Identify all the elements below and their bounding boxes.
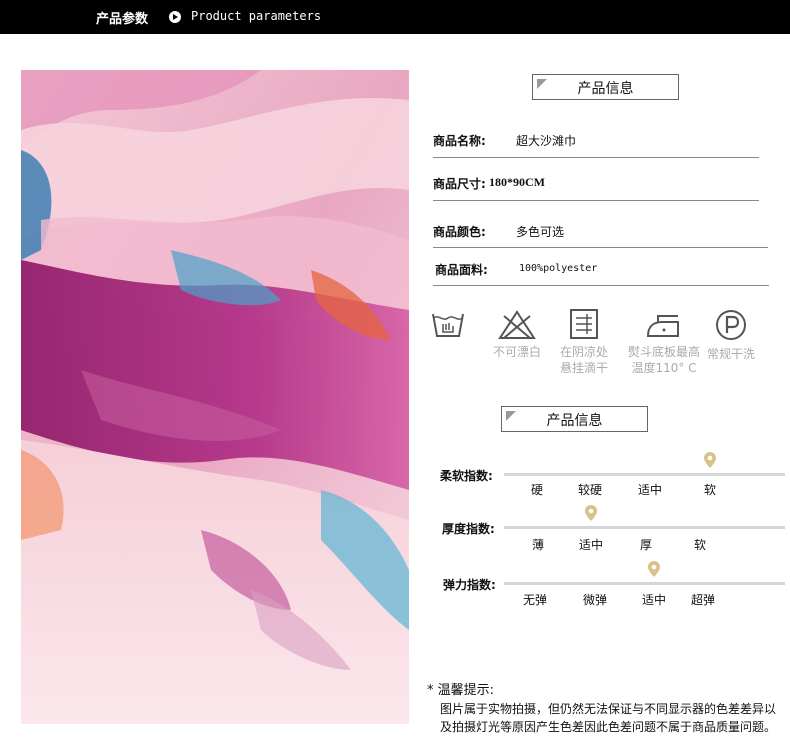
scale-tick: 微弹 [582,593,607,607]
scale-label: 厚度指数: [442,522,495,536]
hang-dry-shade-icon [570,309,598,339]
elasticity-scale: 弹力指数: 无弹 微弹 适中 超弹 [440,561,785,636]
iron-icon [646,315,679,337]
field-label: 商品尺寸: [433,177,486,191]
divider [433,157,759,158]
scarf-image [21,70,409,724]
product-info-heading: 产品信息 [532,74,679,100]
dry-clean-icon [716,310,746,340]
thickness-scale: 厚度指数: 薄 适中 厚 软 [440,505,785,580]
scale-bar [504,473,785,476]
scale-bar [504,582,785,585]
care-hang-dry: 在阴凉处 悬挂滴干 [549,308,619,376]
header-bar: 产品参数 Product parameters [0,0,790,34]
scale-tick: 无弹 [522,593,547,607]
scale-tick: 较硬 [577,483,602,497]
note-heading: * 温馨提示: [427,683,495,698]
no-bleach-icon [498,310,536,339]
scale-tick: 适中 [637,483,662,497]
scale-tick: 软 [703,483,716,497]
softness-scale: 柔软指数: 硬 较硬 适中 软 [440,452,785,527]
product-index-heading: 产品信息 [501,406,648,432]
product-photo [21,70,409,724]
field-product-name: 商品名称: 超大沙滩巾 [433,132,759,158]
field-value: 超大沙滩巾 [516,134,577,148]
field-product-fabric: 商品面料: 100%polyester [433,261,769,287]
divider [433,200,759,201]
divider [433,285,769,286]
scale-tick: 适中 [641,593,666,607]
field-value: 多色可选 [516,225,565,239]
care-dry-clean: 常规干洗 [696,308,766,362]
scale-tick: 硬 [530,483,543,497]
scale-marker-pin-icon [585,505,597,521]
play-bullet-icon [169,11,181,23]
field-product-size: 商品尺寸: 180*90CM [433,175,759,201]
scale-tick: 厚 [639,538,652,552]
care-label: 常规干洗 [706,347,755,361]
scale-marker-pin-icon [648,561,660,577]
field-label: 商品颜色: [433,225,486,239]
scale-bar [504,526,785,529]
care-iron: 熨斗底板最高 温度110° C [624,312,704,376]
header-title-en: Product parameters [191,9,322,23]
scale-tick: 适中 [578,538,603,552]
care-label: 不可漂白 [492,345,541,359]
section-title: 产品信息 [577,81,634,97]
scale-label: 弹力指数: [443,578,496,592]
divider [433,247,768,248]
field-label: 商品面料: [435,263,488,277]
care-label: 在阴凉处 [559,345,608,359]
care-label: 熨斗底板最高 [627,345,700,359]
hand-wash-icon [432,313,464,337]
scale-marker-pin-icon [704,452,716,468]
scale-tick: 软 [693,538,706,552]
scale-label: 柔软指数: [440,469,493,483]
care-no-bleach: 不可漂白 [482,310,552,360]
field-label: 商品名称: [433,134,486,148]
warm-tip: * 温馨提示: 图片属于实物拍摄，但仍然无法保证与不同显示器的色差差异以 及拍摄… [427,682,776,736]
care-label: 温度110° C [631,361,697,375]
scale-tick: 薄 [531,538,544,552]
section-title: 产品信息 [546,413,603,429]
care-label: 悬挂滴干 [559,361,608,375]
note-line: 图片属于实物拍摄，但仍然无法保证与不同显示器的色差差异以 [440,702,777,716]
header-title-zh: 产品参数 [96,12,149,27]
field-product-color: 商品颜色: 多色可选 [433,223,768,249]
field-value: 100%polyester [519,263,598,274]
scale-tick: 超弹 [690,593,715,607]
note-line: 及拍摄灯光等原因产生色差因此色差问题不属于商品质量问题。 [440,720,777,734]
care-hand-wash [413,310,483,344]
field-value: 180*90CM [489,175,545,189]
